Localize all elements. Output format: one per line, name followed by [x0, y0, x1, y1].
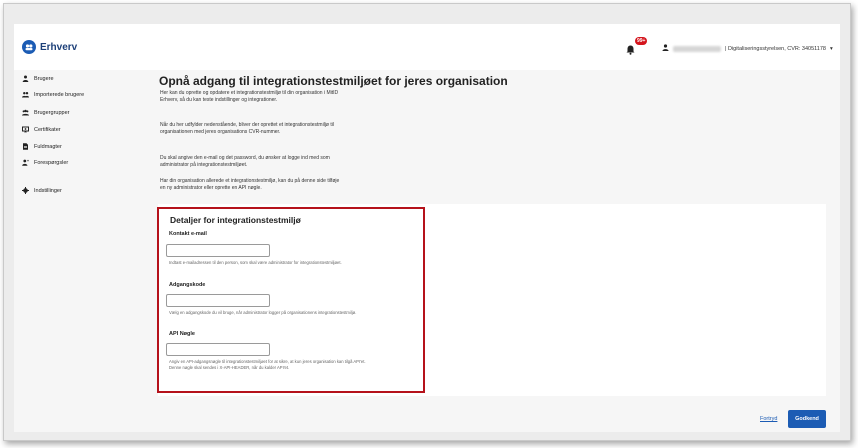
sidebar-item-label: Importerede brugere — [34, 91, 85, 98]
cancel-link[interactable]: Fortryd — [760, 416, 777, 422]
app-viewport: Erhverv 99+ | Digitaliseringsstyrelsen, … — [14, 24, 840, 432]
sidebar-item-label: Indstillinger — [34, 187, 62, 194]
app-logo[interactable]: Erhverv — [22, 40, 77, 54]
password-field[interactable] — [166, 294, 270, 307]
sidebar-item-label: Forespørgsler — [34, 159, 69, 166]
submit-button[interactable]: Godkend — [788, 410, 826, 428]
sidebar-item-forespoergsler[interactable]: Forespørgsler — [22, 159, 68, 166]
sidebar-item-brugere[interactable]: Brugere — [22, 75, 54, 82]
email-field[interactable] — [166, 244, 270, 257]
page-title: Opnå adgang til integrationstestmiljøet … — [159, 74, 508, 88]
top-bar: Erhverv 99+ | Digitaliseringsstyrelsen, … — [14, 24, 840, 70]
api-key-label: API Nøgle — [169, 331, 195, 337]
user-organization: | Digitaliseringsstyrelsen, CVR: 3405117… — [725, 45, 826, 52]
intro-paragraph: Du skal angive den e-mail og det passwor… — [160, 155, 330, 168]
sidebar-item-label: Brugergrupper — [34, 109, 70, 116]
people-import-icon — [22, 92, 29, 98]
api-key-field[interactable] — [166, 343, 270, 356]
redacted-user-name — [673, 45, 721, 52]
sidebar-item-certifikater[interactable]: Certifikater — [22, 126, 61, 133]
sidebar-item-indstillinger[interactable]: Indstillinger — [22, 187, 62, 194]
sidebar-item-importerede-brugere[interactable]: Importerede brugere — [22, 91, 84, 98]
intro-paragraph: Har din organisation allerede et integra… — [160, 178, 340, 191]
notification-bell-icon[interactable] — [626, 42, 635, 60]
sidebar-item-fuldmagter[interactable]: Fuldmagter — [22, 143, 62, 150]
email-label: Kontakt e-mail — [169, 231, 207, 237]
app-name: Erhverv — [40, 41, 78, 53]
person-add-icon — [22, 159, 29, 166]
email-help-text: Indtast e-mailadressen til den person, s… — [169, 260, 342, 265]
sidebar-item-brugergrupper[interactable]: Brugergrupper — [22, 109, 69, 116]
gear-icon — [22, 187, 29, 194]
intro-paragraph: Her kan du oprette og opdatere et integr… — [160, 90, 339, 103]
sidebar-item-label: Certifikater — [34, 126, 61, 133]
intro-paragraph: Når du her udfylder nedenstående, bliver… — [160, 122, 334, 135]
logo-icon — [22, 40, 36, 54]
notification-badge: 99+ — [635, 37, 648, 45]
sidebar-item-label: Fuldmagter — [34, 143, 62, 150]
sidebar-item-label: Brugere — [34, 75, 54, 82]
group-icon — [22, 109, 29, 116]
person-icon — [22, 75, 29, 82]
document-icon — [23, 143, 28, 150]
chevron-down-icon: ▾ — [830, 45, 833, 52]
api-key-help-text: Denne nøgle skal sendes i X-API-HEADER, … — [169, 365, 290, 370]
user-icon — [662, 44, 669, 53]
password-label: Adgangskode — [169, 282, 206, 288]
certificate-icon — [22, 126, 29, 133]
user-menu[interactable]: | Digitaliseringsstyrelsen, CVR: 3405117… — [662, 44, 833, 53]
app-window: Erhverv 99+ | Digitaliseringsstyrelsen, … — [3, 3, 851, 441]
form-title: Detaljer for integrationstestmiljø — [170, 215, 301, 225]
password-help-text: Vælg en adgangskode du vil bruge, når ad… — [169, 310, 357, 315]
